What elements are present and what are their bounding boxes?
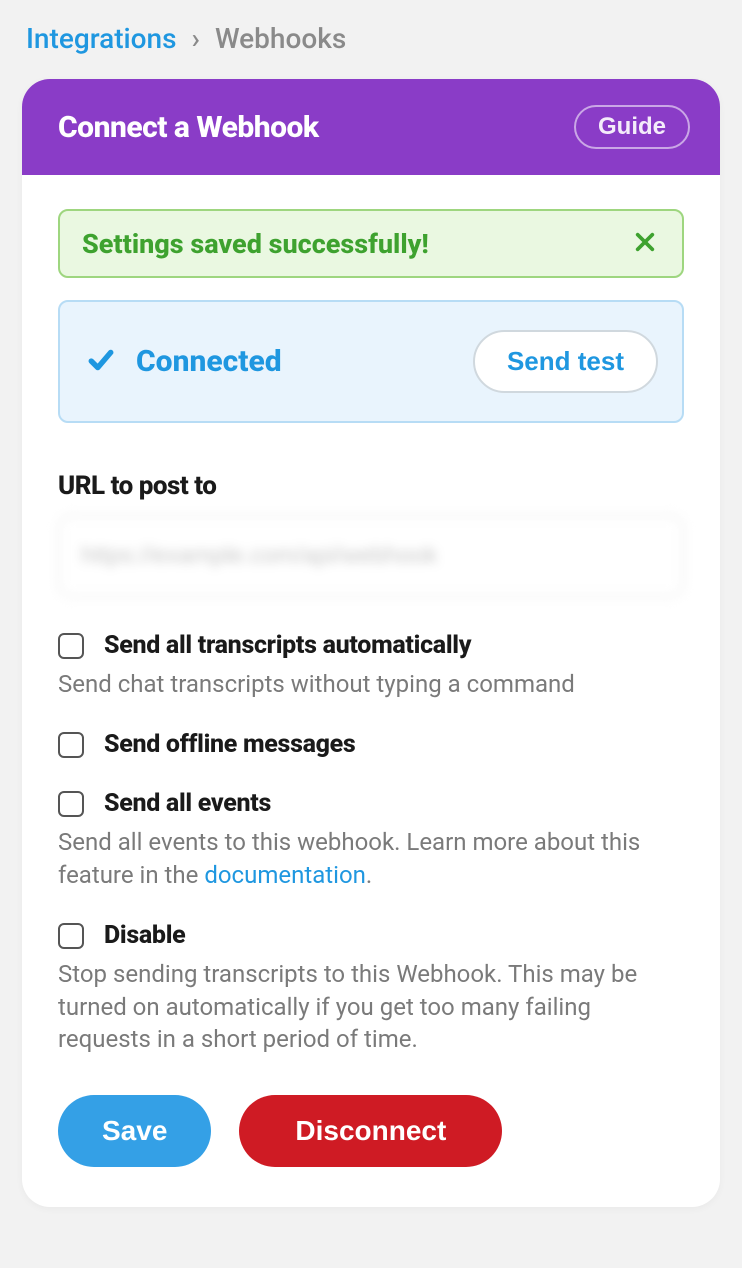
status-label: Connected xyxy=(136,344,282,379)
url-label: URL to post to xyxy=(58,471,684,501)
checkbox-events[interactable] xyxy=(58,791,84,817)
checkbox-offline[interactable] xyxy=(58,732,84,758)
option-desc: Send chat transcripts without typing a c… xyxy=(58,668,684,700)
checkbox-disable[interactable] xyxy=(58,923,84,949)
breadcrumb-current: Webhooks xyxy=(215,22,346,55)
option-desc: Send all events to this webhook. Learn m… xyxy=(58,826,684,891)
status-left: Connected xyxy=(84,344,282,379)
url-input[interactable] xyxy=(58,515,684,597)
action-row: Save Disconnect xyxy=(58,1095,684,1167)
close-icon[interactable] xyxy=(630,227,660,260)
connection-status: Connected Send test xyxy=(58,300,684,423)
success-alert: Settings saved successfully! xyxy=(58,209,684,278)
option-offline: Send offline messages xyxy=(58,730,684,759)
option-desc: Stop sending transcripts to this Webhook… xyxy=(58,958,684,1055)
card-header: Connect a Webhook Guide xyxy=(22,79,720,175)
option-title: Send all transcripts automatically xyxy=(104,631,471,660)
option-title: Disable xyxy=(104,921,185,950)
breadcrumb: Integrations › Webhooks xyxy=(0,0,742,73)
checkbox-transcripts[interactable] xyxy=(58,633,84,659)
disconnect-button[interactable]: Disconnect xyxy=(239,1095,502,1167)
card-body: Settings saved successfully! Connected S… xyxy=(22,175,720,1207)
alert-message: Settings saved successfully! xyxy=(82,228,429,260)
breadcrumb-link-integrations[interactable]: Integrations xyxy=(26,22,177,55)
option-transcripts: Send all transcripts automatically Send … xyxy=(58,631,684,700)
documentation-link[interactable]: documentation xyxy=(204,861,366,889)
breadcrumb-separator: › xyxy=(192,22,200,55)
page-title: Connect a Webhook xyxy=(58,110,319,145)
check-icon xyxy=(84,347,118,377)
send-test-button[interactable]: Send test xyxy=(473,330,658,393)
webhook-card: Connect a Webhook Guide Settings saved s… xyxy=(22,79,720,1207)
option-disable: Disable Stop sending transcripts to this… xyxy=(58,921,684,1055)
save-button[interactable]: Save xyxy=(58,1095,211,1167)
option-title: Send all events xyxy=(104,789,271,818)
option-title: Send offline messages xyxy=(104,730,355,759)
option-events: Send all events Send all events to this … xyxy=(58,789,684,891)
guide-button[interactable]: Guide xyxy=(574,105,690,149)
